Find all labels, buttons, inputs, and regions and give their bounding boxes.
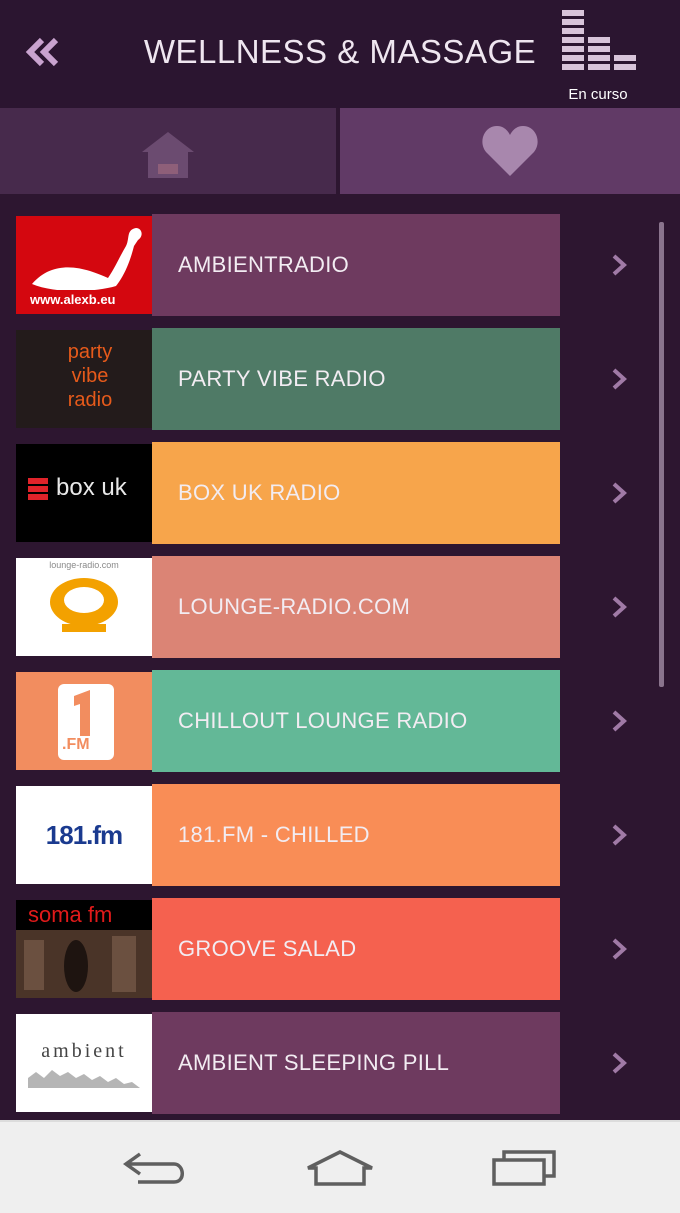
station-logo: .FM (16, 672, 152, 770)
list-item[interactable]: party vibe radio PARTY VIBE RADIO (14, 328, 560, 430)
station-label-box: PARTY VIBE RADIO (152, 328, 560, 430)
equalizer-icon (562, 10, 636, 70)
station-label-box: BOX UK RADIO (152, 442, 560, 544)
station-label-box: AMBIENTRADIO (152, 214, 560, 316)
scrollbar[interactable] (659, 222, 664, 687)
waveform-icon (28, 1070, 140, 1088)
station-name: 181.FM - CHILLED (178, 822, 370, 847)
chevron-right-icon[interactable] (604, 364, 634, 394)
tab-bar (0, 108, 680, 194)
station-logo: soma fm (16, 900, 152, 998)
station-label-box: GROOVE SALAD (152, 898, 560, 1000)
recents-icon[interactable] (490, 1148, 558, 1188)
station-logo: lounge-radio.com (16, 558, 152, 656)
top-bar: WELLNESS & MASSAGE En curso (0, 0, 680, 108)
station-name: AMBIENT SLEEPING PILL (178, 1050, 450, 1075)
station-name: LOUNGE-RADIO.COM (178, 594, 411, 619)
box-uk-grid-icon (28, 478, 48, 500)
chevron-right-icon[interactable] (604, 820, 634, 850)
chevron-right-icon[interactable] (604, 934, 634, 964)
lounge-chair-icon (50, 578, 118, 632)
home-icon (142, 132, 194, 178)
station-label-box: 181.FM - CHILLED (152, 784, 560, 886)
station-name: PARTY VIBE RADIO (178, 366, 386, 391)
list-item[interactable]: 181.fm 181.FM - CHILLED (14, 784, 560, 886)
station-logo: www.alexb.eu (16, 216, 152, 314)
station-logo: ambient (16, 1014, 152, 1112)
list-item[interactable]: box uk BOX UK RADIO (14, 442, 560, 544)
station-logo: party vibe radio (16, 330, 152, 428)
list-item[interactable]: .FM CHILLOUT LOUNGE RADIO (14, 670, 560, 772)
heart-icon (482, 126, 538, 176)
home-icon[interactable] (304, 1148, 376, 1188)
now-playing-label: En curso (568, 86, 628, 103)
station-name: AMBIENTRADIO (178, 252, 350, 277)
list-item[interactable]: lounge-radio.com LOUNGE-RADIO.COM (14, 556, 560, 658)
chevron-right-icon[interactable] (604, 250, 634, 280)
station-name: GROOVE SALAD (178, 936, 357, 961)
station-label-box: CHILLOUT LOUNGE RADIO (152, 670, 560, 772)
station-logo: box uk (16, 444, 152, 542)
back-double-chevron-icon[interactable] (22, 30, 66, 74)
chevron-right-icon[interactable] (604, 478, 634, 508)
tab-favorites[interactable] (340, 108, 680, 194)
list-item[interactable]: ambient AMBIENT SLEEPING PILL (14, 1012, 560, 1114)
station-name: CHILLOUT LOUNGE RADIO (178, 708, 468, 733)
chevron-right-icon[interactable] (604, 1048, 634, 1078)
station-logo: 181.fm (16, 786, 152, 884)
system-nav-bar (0, 1120, 680, 1213)
back-icon[interactable] (122, 1148, 190, 1188)
list-item[interactable]: www.alexb.eu AMBIENTRADIO (14, 214, 560, 316)
chevron-right-icon[interactable] (604, 592, 634, 622)
list-item[interactable]: soma fm GROOVE SALAD (14, 898, 560, 1000)
chevron-right-icon[interactable] (604, 706, 634, 736)
station-label-box: AMBIENT SLEEPING PILL (152, 1012, 560, 1114)
now-playing-button[interactable]: En curso (556, 6, 646, 106)
page-title: WELLNESS & MASSAGE (143, 33, 537, 70)
station-label-box: LOUNGE-RADIO.COM (152, 556, 560, 658)
tab-home[interactable] (0, 108, 336, 194)
station-name: BOX UK RADIO (178, 480, 341, 505)
station-list: www.alexb.eu AMBIENTRADIO party vibe rad… (0, 194, 680, 1120)
soma-fm-photo (16, 930, 152, 998)
